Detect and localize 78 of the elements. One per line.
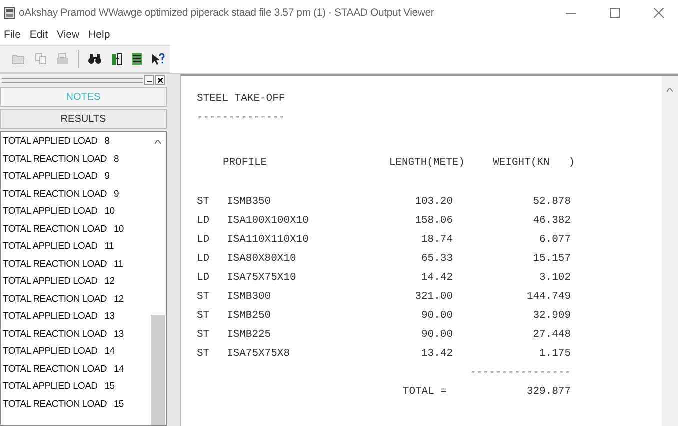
total-value: 329.877 [526,385,571,400]
table-cell-text: ISMB350 [227,195,272,210]
binoculars-icon[interactable] [88,53,102,65]
maximize-icon[interactable] [610,8,620,18]
table-cell-text: 65.33 [420,252,453,267]
table-cell-text: ISA80X80X10 [227,252,298,267]
column-header: PROFILE [223,156,268,171]
table-cell-text: 15.157 [532,252,571,267]
table-cell-text: LD [197,271,211,286]
close-icon[interactable] [654,8,664,18]
tree-item[interactable]: TOTAL REACTION LOAD 14 [1,360,149,378]
menu-item[interactable]: File [4,29,21,41]
app-icon [4,6,15,18]
table-cell-text: ST [197,195,211,210]
table-cell-text: 13.42 [420,347,453,362]
tree-item[interactable]: TOTAL APPLIED LOAD 15 [1,378,149,396]
tree-item[interactable]: TOTAL APPLIED LOAD 8 [1,133,149,150]
report-title: STEEL TAKE-OFF [197,92,286,107]
table-cell-text: 14.42 [420,271,453,286]
window-title: oAkshay Pramod WWawge optimized piperack staad file 3.57 pm (1) - STAAD Output Viewer [19,6,434,18]
table-cell-text: LD [197,214,211,229]
tree-item[interactable]: TOTAL APPLIED LOAD 11 [1,238,149,256]
table-cell-text: LD [197,252,211,267]
column-header: LENGTH(METE) [388,156,465,171]
tree-item[interactable]: TOTAL APPLIED LOAD 14 [1,343,149,360]
page-arrow-icon[interactable] [111,52,123,66]
table-cell-text: ISMB300 [227,290,272,305]
table-cell-text: 18.74 [420,233,453,248]
scrollbar[interactable] [662,76,678,426]
table-cell-text: ISMB250 [227,309,272,324]
close-pane-button[interactable] [155,75,165,85]
total-rule: ---------------- [469,366,571,381]
table-cell-text: ST [197,328,211,343]
list-icon[interactable] [132,53,142,65]
tree-item[interactable]: TOTAL APPLIED LOAD 10 [1,203,149,220]
table-cell-text: 3.102 [538,271,571,286]
table-cell-text: 321.00 [414,290,453,305]
total-label: TOTAL = [402,385,448,400]
table-cell-text: 103.20 [414,195,453,210]
table-cell-text: 6.077 [538,233,571,248]
table-cell-text: 32.909 [532,309,571,324]
tree-item[interactable]: TOTAL REACTION LOAD 13 [1,326,149,343]
tree-item[interactable]: TOTAL REACTION LOAD 12 [1,290,149,308]
tree-item[interactable]: TOTAL REACTION LOAD 8 [1,150,149,168]
table-cell-text: 27.448 [532,328,571,343]
menu-item[interactable]: Edit [30,29,48,41]
tree-item[interactable]: TOTAL APPLIED LOAD 13 [1,308,149,326]
table-cell-text: ISA100X100X10 [227,214,310,229]
table-cell-text: ISA110X110X10 [227,233,310,248]
table-cell-text: 1.175 [538,347,571,362]
table-cell-text: 158.06 [414,214,453,229]
table-cell-text: LD [197,233,211,248]
help-pointer-icon[interactable] [151,52,165,66]
table-cell-text: 90.00 [420,309,453,324]
menu-item[interactable]: Help [88,29,110,41]
scroll-up-icon[interactable] [667,88,673,92]
table-cell-text: 144.749 [526,290,571,305]
menu-item[interactable]: View [57,29,80,41]
tree-item[interactable]: TOTAL APPLIED LOAD 9 [1,168,149,186]
table-cell-text: 46.382 [532,214,571,229]
table-cell-text: ST [197,290,211,305]
table-cell-text: ISA75X75X10 [227,271,298,286]
table-cell-text: ST [197,309,211,324]
table-cell-text: ST [197,347,211,362]
table-cell-text: 52.878 [532,195,571,210]
title-underline: -------------- [197,111,286,126]
tree-item[interactable]: TOTAL REACTION LOAD 10 [1,220,149,238]
table-cell-text: ISA75X75X8 [227,347,292,362]
scroll-up-icon[interactable] [154,140,160,144]
tree-item[interactable]: TOTAL REACTION LOAD 15 [1,396,149,413]
sidebar-tab[interactable]: RESULTS [0,109,167,129]
table-cell-text: 90.00 [420,328,453,343]
close-icon [158,78,162,82]
minimize-pane-button[interactable] [144,75,154,85]
tree-item[interactable]: TOTAL REACTION LOAD 11 [1,256,149,273]
table-cell-text: ISMB225 [227,328,272,343]
tree-item[interactable]: TOTAL APPLIED LOAD 12 [1,273,149,290]
tree-item[interactable]: TOTAL REACTION LOAD 9 [1,186,149,203]
